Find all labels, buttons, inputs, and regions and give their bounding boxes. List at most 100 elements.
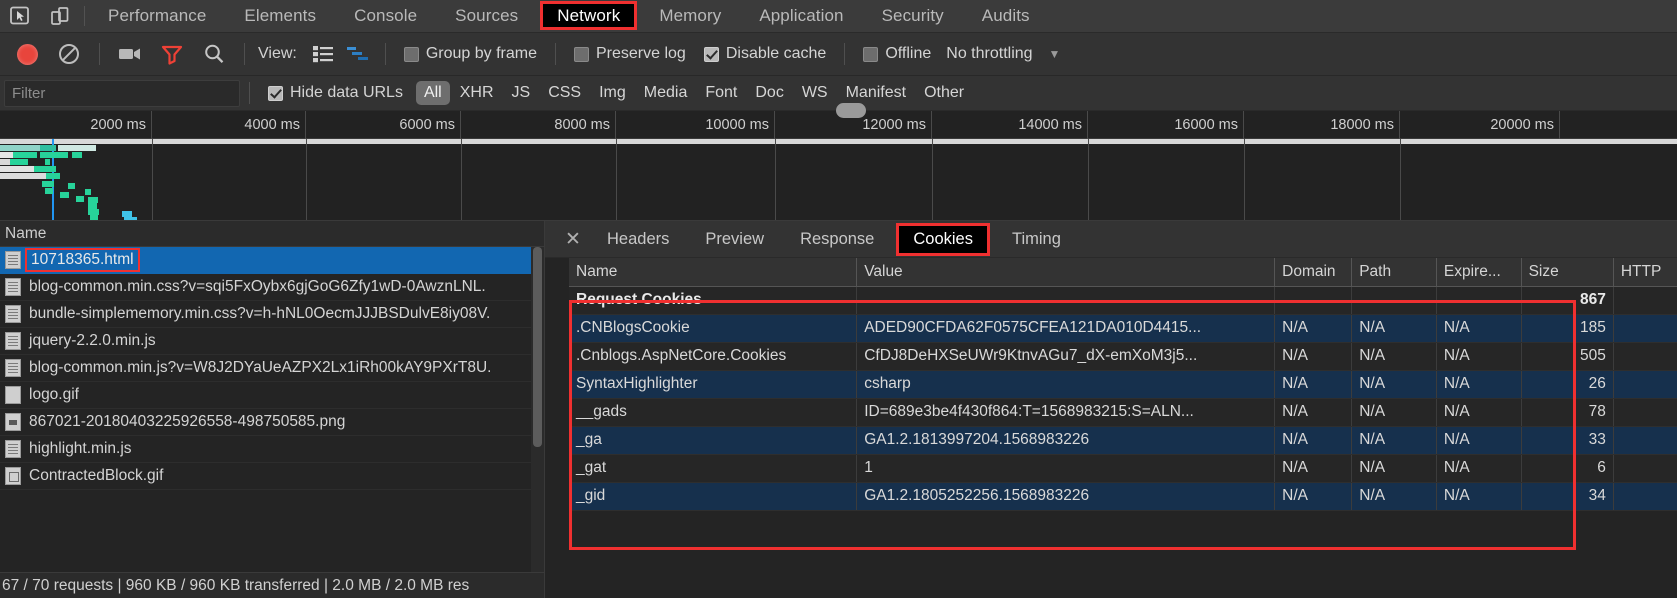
filter-chip-xhr[interactable]: XHR: [452, 81, 502, 105]
filter-chip-all[interactable]: All: [416, 81, 450, 105]
list-view-button[interactable]: [306, 33, 340, 76]
detail-tabbar: ✕ Headers Preview Response Cookies Timin…: [545, 221, 1677, 258]
table-row[interactable]: .CNBlogsCookie ADED90CFDA62F0575CFEA121D…: [569, 314, 1677, 342]
tab-sources[interactable]: Sources: [436, 0, 537, 32]
script-icon: [5, 359, 21, 377]
inspect-element-icon[interactable]: [0, 0, 40, 32]
tab-response[interactable]: Response: [782, 221, 892, 258]
list-item[interactable]: ContractedBlock.gif: [0, 463, 544, 490]
list-item[interactable]: bundle-simplememory.min.css?v=h-hNL0Oecm…: [0, 301, 544, 328]
column-header-size[interactable]: Size: [1521, 258, 1613, 286]
cookie-path: N/A: [1352, 482, 1437, 510]
tab-cookies[interactable]: Cookies: [896, 223, 990, 256]
request-list: 10718365.html blog-common.min.css?v=sqi5…: [0, 247, 544, 572]
list-item[interactable]: 10718365.html: [0, 247, 544, 274]
filter-chip-js[interactable]: JS: [504, 81, 539, 105]
checkbox-box: [404, 47, 419, 62]
checkbox-box: [268, 86, 283, 101]
ruler-tick: 12000 ms: [775, 111, 932, 139]
table-row[interactable]: _gat 1 N/A N/A N/A 6: [569, 454, 1677, 482]
filter-chip-img[interactable]: Img: [591, 81, 634, 105]
network-body: Name 10718365.html blog-common.min.css?v…: [0, 221, 1677, 598]
filter-chip-ws[interactable]: WS: [794, 81, 836, 105]
tab-memory[interactable]: Memory: [640, 0, 740, 32]
list-item[interactable]: 867021-20180403225926558-498750585.png: [0, 409, 544, 436]
hide-data-urls-label: Hide data URLs: [290, 84, 403, 102]
network-overview[interactable]: 2000 ms 4000 ms 6000 ms 8000 ms 10000 ms…: [0, 111, 1677, 221]
request-name: highlight.min.js: [29, 440, 132, 458]
device-toolbar-icon[interactable]: [40, 0, 80, 32]
clear-button[interactable]: [48, 33, 90, 76]
disable-cache-checkbox[interactable]: Disable cache: [704, 45, 827, 63]
list-item[interactable]: logo.gif: [0, 382, 544, 409]
tab-security[interactable]: Security: [863, 0, 963, 32]
column-header-name[interactable]: Name: [569, 258, 857, 286]
table-row[interactable]: __gads ID=689e3be4f430f864:T=1568983215:…: [569, 398, 1677, 426]
waterfall-view-icon: [346, 45, 370, 63]
cookie-http: [1613, 426, 1677, 454]
script-icon: [5, 332, 21, 350]
filter-chip-font[interactable]: Font: [697, 81, 745, 105]
column-header-value[interactable]: Value: [857, 258, 1275, 286]
tab-console[interactable]: Console: [335, 0, 436, 32]
tab-performance[interactable]: Performance: [89, 0, 225, 32]
record-button-icon: [17, 44, 38, 65]
table-row[interactable]: .Cnblogs.AspNetCore.Cookies CfDJ8DeHXSeU…: [569, 342, 1677, 370]
cookie-path: N/A: [1352, 454, 1437, 482]
checkbox-box: [574, 47, 589, 62]
search-input[interactable]: [4, 80, 240, 107]
devtools-tabbar: Performance Elements Console Sources Net…: [0, 0, 1677, 33]
view-label: View:: [258, 45, 297, 63]
cookie-expires: N/A: [1436, 426, 1521, 454]
group-by-frame-label: Group by frame: [426, 45, 537, 63]
devtools-window: Performance Elements Console Sources Net…: [0, 0, 1677, 598]
network-toolbar: View: Group by frame Preserve log: [0, 33, 1677, 76]
table-row[interactable]: _gid GA1.2.1805252256.1568983226 N/A N/A…: [569, 482, 1677, 510]
ruler-tick: 8000 ms: [461, 111, 616, 139]
tab-network[interactable]: Network: [540, 1, 637, 30]
table-row[interactable]: Request Cookies 867: [569, 286, 1677, 314]
tab-timing[interactable]: Timing: [994, 221, 1079, 258]
record-button[interactable]: [6, 33, 48, 76]
filter-chip-manifest[interactable]: Manifest: [838, 81, 914, 105]
column-header-http[interactable]: HTTP: [1613, 258, 1677, 286]
ruler-tick: 16000 ms: [1088, 111, 1244, 139]
chevron-down-icon[interactable]: ▼: [1049, 47, 1061, 61]
checkbox-box: [704, 47, 719, 62]
search-icon: [202, 42, 226, 66]
waterfall-view-button[interactable]: [340, 33, 376, 76]
group-by-frame-checkbox[interactable]: Group by frame: [404, 45, 537, 63]
hide-data-urls-checkbox[interactable]: Hide data URLs: [268, 84, 403, 102]
list-item[interactable]: jquery-2.2.0.min.js: [0, 328, 544, 355]
cookie-expires: N/A: [1436, 398, 1521, 426]
search-button[interactable]: [193, 33, 235, 76]
list-item[interactable]: blog-common.min.js?v=W8J2DYaUeAZPX2Lx1iR…: [0, 355, 544, 382]
cookie-name: Request Cookies: [569, 286, 857, 314]
preserve-log-checkbox[interactable]: Preserve log: [574, 45, 686, 63]
capture-screenshots-button[interactable]: [109, 33, 151, 76]
filter-chip-css[interactable]: CSS: [540, 81, 589, 105]
column-header-expires[interactable]: Expire...: [1436, 258, 1521, 286]
filter-chip-doc[interactable]: Doc: [747, 81, 791, 105]
throttling-select[interactable]: No throttling: [946, 45, 1032, 63]
tab-preview[interactable]: Preview: [687, 221, 782, 258]
offline-checkbox[interactable]: Offline: [863, 45, 931, 63]
filter-button[interactable]: [151, 33, 193, 76]
table-row[interactable]: SyntaxHighlighter csharp N/A N/A N/A 26: [569, 370, 1677, 398]
scrollbar-thumb[interactable]: [533, 247, 542, 447]
filter-chip-media[interactable]: Media: [636, 81, 696, 105]
tab-application[interactable]: Application: [740, 0, 862, 32]
tab-headers[interactable]: Headers: [589, 221, 687, 258]
table-row[interactable]: _ga GA1.2.1813997204.1568983226 N/A N/A …: [569, 426, 1677, 454]
tab-audits[interactable]: Audits: [963, 0, 1049, 32]
close-icon[interactable]: ✕: [557, 228, 589, 251]
request-list-scrollbar[interactable]: [531, 247, 544, 572]
list-item[interactable]: blog-common.min.css?v=sqi5FxOybx6gjGoG6Z…: [0, 274, 544, 301]
tab-elements[interactable]: Elements: [225, 0, 335, 32]
filter-chip-other[interactable]: Other: [916, 81, 972, 105]
capture-screenshots-icon: [117, 44, 143, 64]
list-item[interactable]: highlight.min.js: [0, 436, 544, 463]
column-header-path[interactable]: Path: [1352, 258, 1437, 286]
ruler-tick: 20000 ms: [1400, 111, 1560, 139]
column-header-domain[interactable]: Domain: [1275, 258, 1352, 286]
